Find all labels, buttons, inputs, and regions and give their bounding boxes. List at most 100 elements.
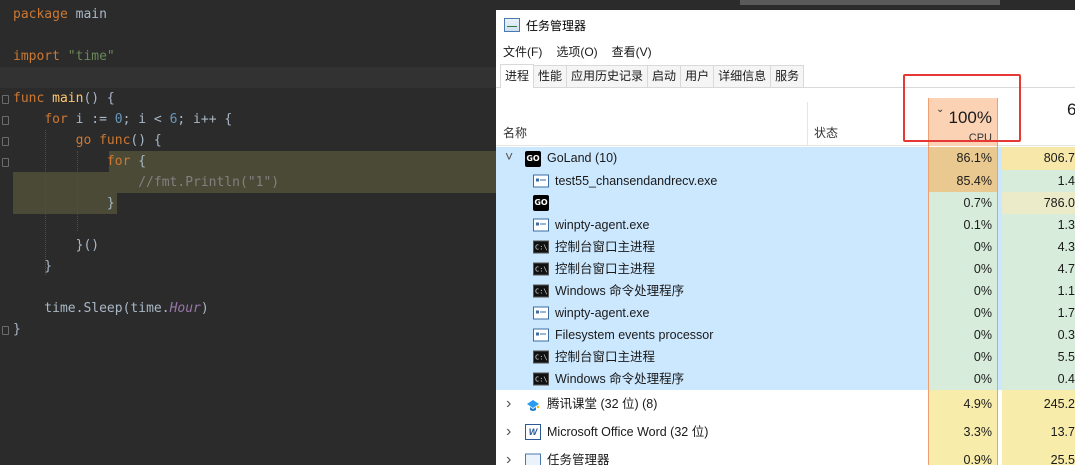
process-name: Filesystem events processor	[555, 328, 714, 342]
memory-value: 806.7	[1002, 147, 1075, 170]
column-status[interactable]: 状态	[814, 124, 838, 141]
memory-value: 0.4	[1002, 368, 1075, 390]
process-name: 控制台窗口主进程	[555, 262, 656, 276]
memory-value: 245.2	[1002, 390, 1075, 418]
code-token: )	[200, 301, 209, 316]
code-token: (time.	[122, 301, 170, 316]
column-name[interactable]: 名称	[503, 124, 527, 141]
window-title: 任务管理器	[526, 18, 587, 33]
code-line[interactable]: import "time"	[13, 46, 115, 67]
memory-value: 786.0	[1002, 192, 1075, 214]
console-icon	[533, 369, 549, 391]
window-icon	[533, 218, 549, 232]
code-line[interactable]: }	[13, 256, 52, 277]
code-token: }	[13, 322, 21, 337]
code-token: Sleep	[83, 301, 123, 316]
process-name: 控制台窗口主进程	[555, 350, 656, 364]
code-token: func	[13, 91, 45, 106]
tab-app-history[interactable]: 应用历史记录	[566, 65, 649, 87]
cpu-value: 0%	[928, 258, 998, 280]
cpu-value: 0.9%	[928, 446, 998, 465]
code-token: }	[13, 259, 53, 274]
process-row[interactable]: winpty-agent.exe 0% 1.7	[496, 302, 1075, 324]
cpu-value: 0%	[928, 280, 998, 302]
fold-marker-icon[interactable]	[2, 158, 9, 167]
process-name: GoLand (10)	[547, 151, 618, 165]
code-token: for	[106, 154, 131, 169]
process-row[interactable]: 控制台窗口主进程 0%5.5	[496, 346, 1075, 369]
code-line[interactable]: }	[13, 319, 21, 340]
process-row[interactable]: Windows 命令处理程序 0%0.4	[496, 368, 1075, 391]
fold-marker-icon[interactable]	[2, 137, 9, 146]
code-line[interactable]: //fmt.Println("1")	[13, 172, 279, 193]
process-group-row[interactable]: › 腾讯课堂 (32 位) (8) 4.9% 245.2	[496, 390, 1075, 418]
menu-view[interactable]: 查看(V)	[612, 43, 652, 60]
expand-chevron-icon[interactable]: ›	[506, 390, 511, 418]
code-token: "time"	[67, 49, 115, 64]
code-line[interactable]: func main() {	[13, 88, 115, 109]
process-name: Windows 命令处理程序	[555, 372, 685, 386]
code-token: }	[13, 196, 115, 211]
column-divider[interactable]	[807, 102, 808, 146]
expand-chevron-icon[interactable]: ›	[506, 418, 511, 446]
tencent-classroom-icon	[525, 396, 541, 412]
scrollbar[interactable]	[740, 0, 1000, 5]
fold-marker-icon[interactable]	[2, 326, 9, 335]
code-line[interactable]: package main	[13, 4, 107, 25]
process-group-row[interactable]: › 任务管理器 0.9% 25.5	[496, 446, 1075, 465]
code-token: time.	[13, 301, 84, 316]
process-row[interactable]: test55_chansendandrecv.exe 85.4% 1.4	[496, 170, 1075, 192]
code-line[interactable]: }()	[13, 235, 99, 256]
tab-services[interactable]: 服务	[770, 65, 805, 87]
memory-value: 1.7	[1002, 302, 1075, 324]
annotation-highlight-box	[903, 74, 1021, 142]
console-icon	[533, 259, 549, 281]
cpu-value: 3.3%	[928, 418, 998, 446]
code-editor[interactable]: package main import "time" func main() { f…	[0, 0, 496, 465]
tab-details[interactable]: 详细信息	[713, 65, 772, 87]
title-bar[interactable]: 任务管理器	[496, 10, 1075, 40]
code-line[interactable]: go func() {	[13, 130, 162, 151]
process-name: 任务管理器	[547, 453, 610, 465]
cpu-value: 0%	[928, 368, 998, 390]
process-row[interactable]: winpty-agent.exe 0.1% 1.3	[496, 214, 1075, 236]
process-row[interactable]: 控制台窗口主进程 0%4.7	[496, 258, 1075, 281]
process-group-row[interactable]: ˅ GO GoLand (10) 86.1% 806.7	[496, 147, 1075, 170]
goland-icon: GO	[525, 150, 541, 167]
fold-marker-icon[interactable]	[2, 95, 9, 104]
memory-value: 1.4	[1002, 170, 1075, 192]
menu-options[interactable]: 选项(O)	[556, 43, 597, 60]
process-name: Windows 命令处理程序	[555, 284, 685, 298]
process-row[interactable]: GO 0.7% 786.0	[496, 192, 1075, 214]
memory-total-percent[interactable]: 6	[1067, 100, 1075, 120]
code-token: }()	[13, 238, 100, 253]
process-row[interactable]: 控制台窗口主进程 0%4.3	[496, 236, 1075, 259]
code-line[interactable]: }	[13, 193, 115, 214]
cpu-value: 0%	[928, 346, 998, 368]
tab-performance[interactable]: 性能	[533, 65, 568, 87]
process-name: winpty-agent.exe	[555, 306, 650, 320]
code-line[interactable]: time.Sleep(time.Hour)	[13, 298, 209, 319]
code-token: main	[67, 7, 107, 22]
process-group-row[interactable]: › W Microsoft Office Word (32 位) 3.3% 13.7	[496, 418, 1075, 446]
memory-value: 13.7	[1002, 418, 1075, 446]
collapse-chevron-icon[interactable]: ˅	[505, 145, 513, 168]
fold-marker-icon[interactable]	[2, 116, 9, 125]
process-row[interactable]: Filesystem events processor 0% 0.3	[496, 324, 1075, 346]
taskmgr-icon	[525, 453, 541, 465]
tab-processes[interactable]: 进程	[500, 64, 535, 88]
expand-chevron-icon[interactable]: ›	[506, 446, 511, 465]
cpu-value: 0%	[928, 302, 998, 324]
code-token: Hour	[169, 301, 201, 316]
tab-users[interactable]: 用户	[680, 65, 715, 87]
process-row[interactable]: Windows 命令处理程序 0%1.1	[496, 280, 1075, 303]
tab-startup[interactable]: 启动	[647, 65, 682, 87]
menu-file[interactable]: 文件(F)	[503, 43, 542, 60]
code-line[interactable]: for i := 0; i < 6; i++ {	[13, 109, 232, 130]
window-icon	[533, 328, 549, 342]
code-line[interactable]: for {	[13, 151, 146, 172]
